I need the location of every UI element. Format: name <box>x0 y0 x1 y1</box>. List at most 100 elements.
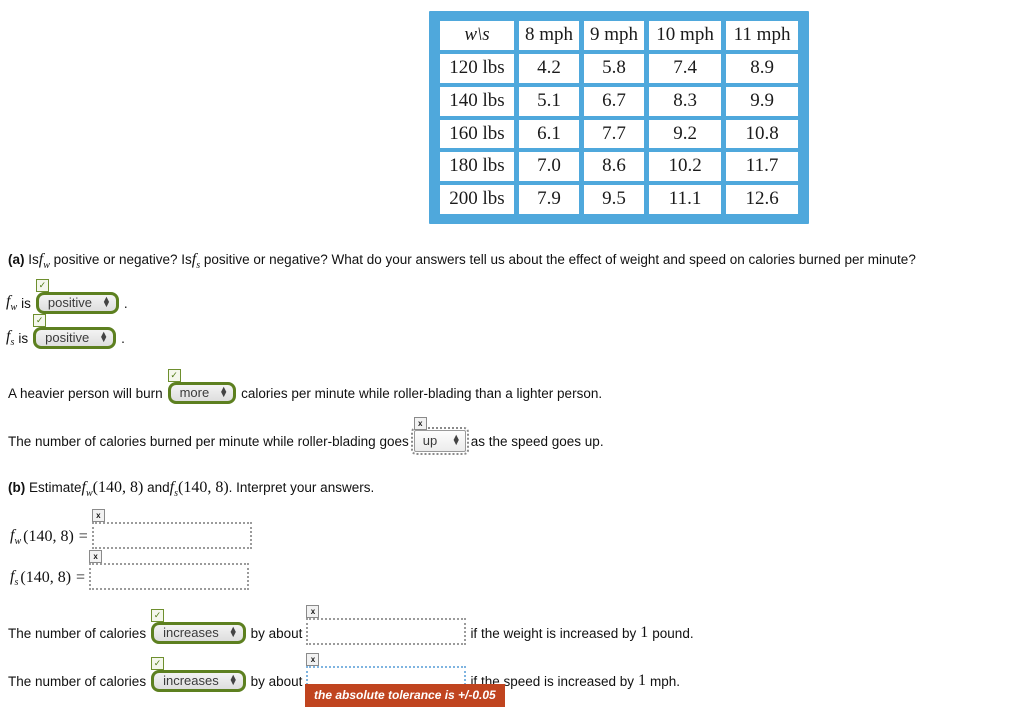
more-less-value: more <box>179 385 210 400</box>
spinner-arrows-icon[interactable]: ▲ ▼ <box>229 672 238 686</box>
table-cell-1-2: 8.3 <box>649 86 722 116</box>
data-table: w\s 8 mph 9 mph 10 mph 11 mph 120 lbs 4.… <box>435 17 803 218</box>
table-corner-label: w\s <box>440 21 514 50</box>
speed-interp-pre: The number of calories <box>8 673 147 689</box>
weight-interp-mid: by about <box>250 625 303 641</box>
table-row: 140 lbs 5.1 6.7 8.3 9.9 <box>440 86 799 116</box>
spinner-arrows-icon[interactable]: ▲ ▼ <box>229 624 238 638</box>
table-row-label-3: 180 lbs <box>440 152 514 182</box>
correct-check-icon: ✓ <box>151 657 165 670</box>
part-a-question: (a) Isfw positive or negative? Isfs posi… <box>8 249 916 273</box>
weight-change-value: increases <box>163 625 219 640</box>
table-cell-0-2: 7.4 <box>649 53 722 83</box>
table-col-header-3: 11 mph <box>726 21 799 50</box>
fw-period: . <box>123 295 128 311</box>
exercise-page: w\s 8 mph 9 mph 10 mph 11 mph 120 lbs 4.… <box>0 0 1024 724</box>
speed-change-select[interactable]: increases ▲ ▼ <box>151 670 246 692</box>
speed-change-value: increases <box>163 673 219 688</box>
speed-interp-num: 1 <box>638 672 647 689</box>
fs-sign-dropdown[interactable]: ✓ positive ▲ ▼ <box>33 314 117 349</box>
correct-check-icon: ✓ <box>167 369 181 382</box>
table-cell-0-1: 5.8 <box>584 53 645 83</box>
fs-estimate-row: fs (140, 8) = x <box>10 550 253 593</box>
part-a-q-f1: fw <box>38 251 50 272</box>
up-down-value: up <box>422 433 438 448</box>
fw-is-label: is <box>21 295 31 311</box>
table-cell-4-1: 9.5 <box>584 185 645 215</box>
fs-period: . <box>121 330 125 346</box>
calories-data-table: w\s 8 mph 9 mph 10 mph 11 mph 120 lbs 4.… <box>429 11 810 225</box>
table-row-label-4: 200 lbs <box>440 185 514 215</box>
table-cell-2-1: 7.7 <box>584 119 645 149</box>
heavier-person-row: A heavier person will burn ✓ more ▲ ▼ cal… <box>8 369 603 404</box>
fw-estimate-input[interactable] <box>91 522 252 549</box>
weight-change-select[interactable]: increases ▲ ▼ <box>151 622 246 644</box>
part-b-q-pre: Estimate <box>29 480 82 495</box>
table-cell-2-3: 10.8 <box>726 119 799 149</box>
fs-sign-select[interactable]: positive ▲ ▼ <box>33 327 117 349</box>
fw-estimate-input-wrap[interactable]: x <box>91 509 252 552</box>
fs-estimate-input-wrap[interactable]: x <box>89 550 250 593</box>
table-cell-1-1: 6.7 <box>584 86 645 116</box>
table-cell-1-0: 5.1 <box>519 86 580 116</box>
table-row-label-1: 140 lbs <box>440 86 514 116</box>
table-cell-3-1: 8.6 <box>584 152 645 182</box>
incorrect-x-icon: x <box>413 417 427 430</box>
fs-sign-value: positive <box>45 330 90 345</box>
part-b-q-args2: (140, 8) <box>177 479 229 496</box>
fs-estimate-symbol: fs <box>10 567 19 589</box>
part-b-question: (b) Estimatefw(140, 8) andfs(140, 8). In… <box>8 477 374 501</box>
speed-dir-pre-text: The number of calories burned per minute… <box>8 433 409 449</box>
weight-amount-input[interactable] <box>306 618 467 645</box>
spinner-arrows-icon[interactable]: ▲ ▼ <box>99 329 108 343</box>
spinner-arrows-icon[interactable]: ▲ ▼ <box>452 432 461 446</box>
part-b-q-args1: (140, 8) <box>92 479 144 496</box>
table-cell-3-0: 7.0 <box>519 152 580 182</box>
fs-estimate-input[interactable] <box>89 563 250 590</box>
speed-dir-post-text: as the speed goes up. <box>470 433 604 449</box>
table-cell-1-3: 9.9 <box>726 86 799 116</box>
fw-estimate-args: (140, 8) <box>23 528 74 545</box>
part-b-q-and: and <box>147 480 170 495</box>
speed-direction-row: The number of calories burned per minute… <box>8 417 604 455</box>
part-b-q-f2: fs <box>169 479 178 500</box>
weight-amount-input-wrap[interactable]: x <box>306 605 467 648</box>
fs-is-label: is <box>18 330 29 346</box>
fw-estimate-symbol: fw <box>10 526 22 548</box>
up-down-dropdown[interactable]: x up ▲ ▼ <box>410 417 469 455</box>
correct-check-icon: ✓ <box>35 279 49 292</box>
fw-sign-dropdown[interactable]: ✓ positive ▲ ▼ <box>35 279 119 314</box>
weight-interp-pre: The number of calories <box>8 625 147 641</box>
spinner-arrows-icon[interactable]: ▲ ▼ <box>102 294 111 308</box>
fw-symbol: fw <box>6 292 18 314</box>
fw-sign-select[interactable]: positive ▲ ▼ <box>35 292 119 314</box>
up-down-select[interactable]: up ▲ ▼ <box>410 427 469 455</box>
weight-change-dropdown[interactable]: ✓ increases ▲ ▼ <box>151 609 246 644</box>
table-cell-4-0: 7.9 <box>519 185 580 215</box>
fs-estimate-args: (140, 8) <box>20 569 72 586</box>
table-row: 120 lbs 4.2 5.8 7.4 8.9 <box>440 53 799 83</box>
weight-interp-num: 1 <box>640 624 649 641</box>
incorrect-x-icon: x <box>89 550 103 563</box>
part-a-q-mid: positive or negative? Is <box>53 252 192 267</box>
more-less-dropdown[interactable]: ✓ more ▲ ▼ <box>167 369 237 404</box>
fs-estimate-equals: = <box>76 569 86 586</box>
table-row: 180 lbs 7.0 8.6 10.2 11.7 <box>440 152 799 182</box>
spinner-arrows-icon[interactable]: ▲ ▼ <box>219 384 228 398</box>
speed-change-dropdown[interactable]: ✓ increases ▲ ▼ <box>151 657 246 692</box>
table-col-header-2: 10 mph <box>649 21 722 50</box>
fs-symbol: fs <box>6 327 15 349</box>
table-cell-3-2: 10.2 <box>649 152 722 182</box>
tolerance-banner: the absolute tolerance is +/-0.05 <box>305 684 505 707</box>
table-cell-2-0: 6.1 <box>519 119 580 149</box>
incorrect-x-icon: x <box>306 605 320 618</box>
table-cell-0-3: 8.9 <box>726 53 799 83</box>
table-col-header-0: 8 mph <box>519 21 580 50</box>
more-less-select[interactable]: more ▲ ▼ <box>167 382 237 404</box>
fw-sign-row: fw is ✓ positive ▲ ▼ . <box>6 279 128 314</box>
weight-interpretation-row: The number of calories ✓ increases ▲ ▼ by… <box>8 605 694 648</box>
table-cell-2-2: 9.2 <box>649 119 722 149</box>
table-cell-4-2: 11.1 <box>649 185 722 215</box>
heavier-post-text: calories per minute while roller-blading… <box>241 385 603 401</box>
part-a-q-f2: fs <box>191 251 201 272</box>
